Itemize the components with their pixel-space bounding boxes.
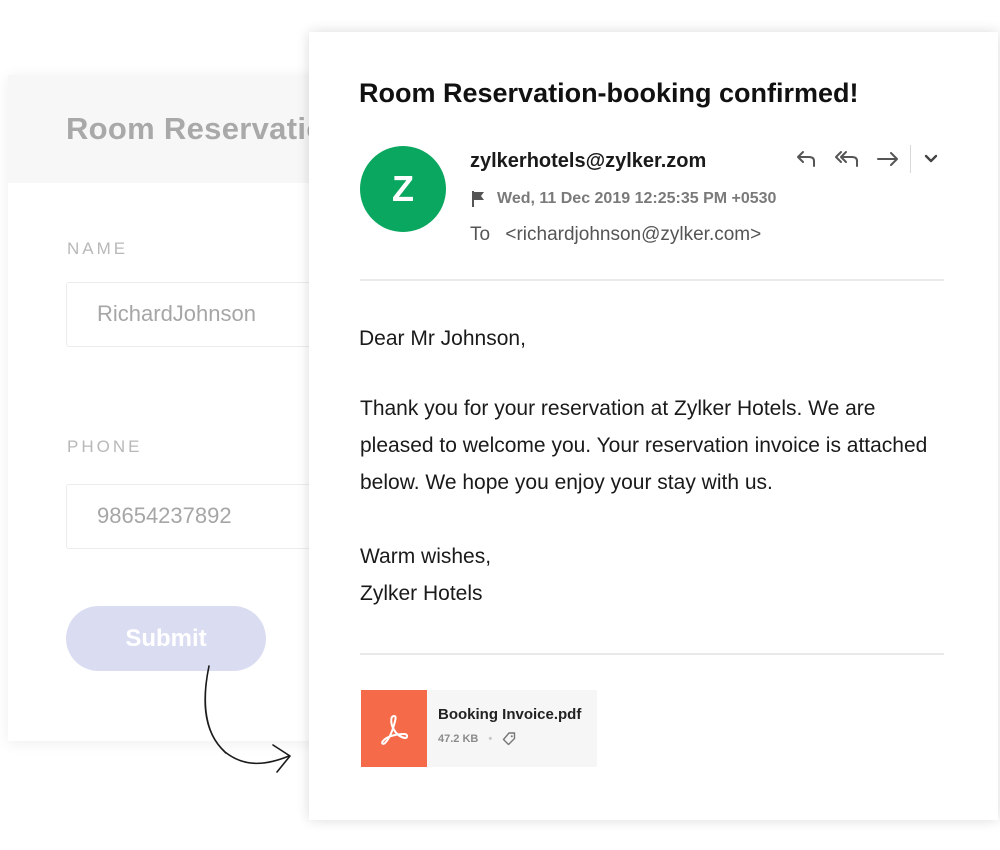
email-view: Room Reservation-booking confirmed! Z zy… [309, 32, 998, 820]
sender-address[interactable]: zylkerhotels@zylker.zom [470, 150, 706, 173]
email-subject: Room Reservation-booking confirmed! [359, 78, 859, 108]
email-greeting: Dear Mr Johnson, [359, 327, 526, 350]
connector-arrow-icon [204, 665, 291, 773]
pdf-icon [361, 690, 427, 767]
attachment-filename: Booking Invoice.pdf [438, 706, 582, 723]
actions-separator [910, 145, 911, 173]
forward-icon[interactable] [875, 146, 901, 172]
meta-separator-dot: • [488, 733, 493, 745]
recipient-row: To <richardjohnson@zylker.com> [470, 224, 761, 246]
attachment-meta: 47.2 KB • [438, 732, 581, 746]
attachment-size: 47.2 KB [438, 733, 479, 745]
flag-icon[interactable] [471, 190, 487, 208]
reply-icon[interactable] [793, 146, 819, 172]
sent-meta: Wed, 11 Dec 2019 12:25:35 PM +0530 [471, 190, 776, 208]
sent-date: Wed, 11 Dec 2019 12:25:35 PM +0530 [497, 190, 777, 207]
recipient-address[interactable]: <richardjohnson@zylker.com> [505, 224, 761, 245]
reply-all-icon[interactable] [834, 146, 860, 172]
sender-avatar: Z [360, 146, 446, 232]
email-body: Thank you for your reservation at Zylker… [360, 397, 928, 494]
header-divider [360, 279, 944, 281]
attachment-card[interactable]: Booking Invoice.pdf 47.2 KB • [361, 690, 597, 767]
tag-icon[interactable] [502, 732, 516, 746]
email-actions [793, 145, 941, 173]
attachment-divider [360, 653, 944, 655]
attachment-info: Booking Invoice.pdf 47.2 KB • [427, 690, 581, 767]
email-signature: Zylker Hotels [360, 582, 483, 605]
to-label: To [470, 224, 491, 245]
name-label: NAME [67, 239, 129, 258]
email-sign-off: Warm wishes, [360, 545, 492, 568]
phone-label: PHONE [67, 437, 143, 456]
chevron-down-icon[interactable] [921, 149, 941, 169]
